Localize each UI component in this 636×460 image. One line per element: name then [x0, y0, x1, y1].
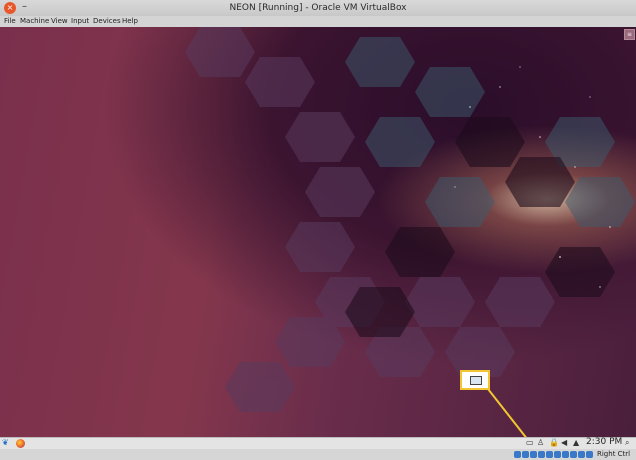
display-settings-icon[interactable]: [562, 451, 569, 458]
optical-drive-icon[interactable]: [522, 451, 529, 458]
usb-icon[interactable]: [546, 451, 553, 458]
tray-expand-icon[interactable]: ▲: [573, 439, 579, 447]
shared-folders-icon[interactable]: [554, 451, 561, 458]
cpu-icon[interactable]: [578, 451, 585, 458]
search-icon[interactable]: ⌕: [625, 439, 629, 447]
firefox-icon[interactable]: [16, 439, 25, 448]
callout-arrow: [487, 388, 530, 442]
display-tray-icon[interactable]: ▭: [526, 439, 534, 447]
mouse-integration-icon[interactable]: [586, 451, 593, 458]
network-icon[interactable]: [538, 451, 545, 458]
user-tray-icon[interactable]: ♙: [537, 439, 544, 447]
video-capture-icon[interactable]: [570, 451, 577, 458]
clock[interactable]: 2:30 PM: [586, 437, 622, 447]
host-key-label: Right Ctrl: [597, 450, 631, 458]
hard-disk-icon[interactable]: [514, 451, 521, 458]
lock-icon[interactable]: 🔒: [549, 439, 559, 447]
volume-icon[interactable]: ◀: [561, 439, 567, 447]
audio-icon[interactable]: [530, 451, 537, 458]
app-launcher-icon[interactable]: ❦: [2, 439, 12, 447]
